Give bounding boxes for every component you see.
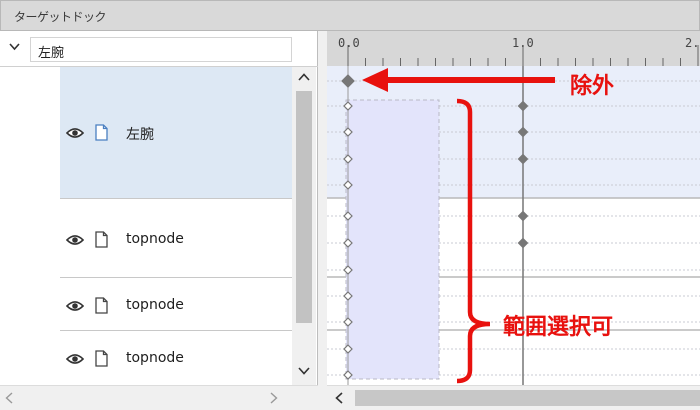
- tree-row-label: topnode: [126, 350, 184, 366]
- tree-row-topnode[interactable]: topnode: [60, 278, 292, 330]
- scroll-down-icon[interactable]: [298, 367, 310, 375]
- scroll-right-icon[interactable]: [270, 392, 278, 404]
- search-input-value: 左腕: [38, 46, 65, 61]
- range-selection-box[interactable]: [345, 99, 440, 380]
- scrollbar-thumb[interactable]: [296, 91, 312, 323]
- timeline-horizontal-scrollbar[interactable]: [327, 385, 700, 410]
- scroll-left-icon[interactable]: [335, 392, 343, 404]
- document-icon: [95, 297, 108, 314]
- eye-icon[interactable]: [66, 300, 84, 312]
- scroll-up-icon[interactable]: [298, 73, 310, 81]
- tree-horizontal-scrollbar[interactable]: [0, 385, 318, 410]
- eye-icon[interactable]: [66, 353, 84, 365]
- eye-icon[interactable]: [66, 127, 84, 139]
- tree-vertical-scrollbar[interactable]: [292, 67, 316, 385]
- scrollbar-thumb[interactable]: [355, 390, 700, 406]
- tree-row-label: topnode: [126, 297, 184, 313]
- pane-splitter[interactable]: [318, 31, 327, 410]
- dock-title: ターゲットドック: [14, 10, 107, 24]
- search-input[interactable]: 左腕: [30, 37, 292, 62]
- ruler-label-0: 0.0: [338, 36, 360, 50]
- dock-title-bar: ターゲットドック: [0, 0, 700, 31]
- tree-header: 左腕: [0, 31, 318, 67]
- document-icon: [95, 231, 108, 248]
- target-tree-pane: 左腕 左腕 topnode topnode topnode: [0, 31, 318, 385]
- tree-row-topnode[interactable]: topnode: [60, 199, 292, 277]
- ruler-label-2: 2.: [685, 36, 700, 50]
- keyframe-marker[interactable]: [517, 210, 529, 222]
- keyframe-marker[interactable]: [517, 237, 529, 249]
- document-icon: [95, 124, 108, 141]
- exclude-annotation: 除外: [570, 74, 615, 99]
- tree-row-left-arm[interactable]: 左腕: [60, 67, 292, 198]
- range-select-annotation: 範囲選択可: [503, 315, 614, 340]
- ruler-label-1: 1.0: [512, 36, 534, 50]
- tree-row-label: 左腕: [126, 127, 154, 143]
- scroll-left-icon[interactable]: [5, 392, 13, 404]
- time-ruler[interactable]: 0.0 1.0 2.: [327, 31, 700, 66]
- tree-row-label: topnode: [126, 231, 184, 247]
- tree-row-topnode[interactable]: topnode: [60, 331, 292, 385]
- document-icon: [95, 350, 108, 367]
- eye-icon[interactable]: [66, 234, 84, 246]
- chevron-down-icon[interactable]: [9, 41, 20, 52]
